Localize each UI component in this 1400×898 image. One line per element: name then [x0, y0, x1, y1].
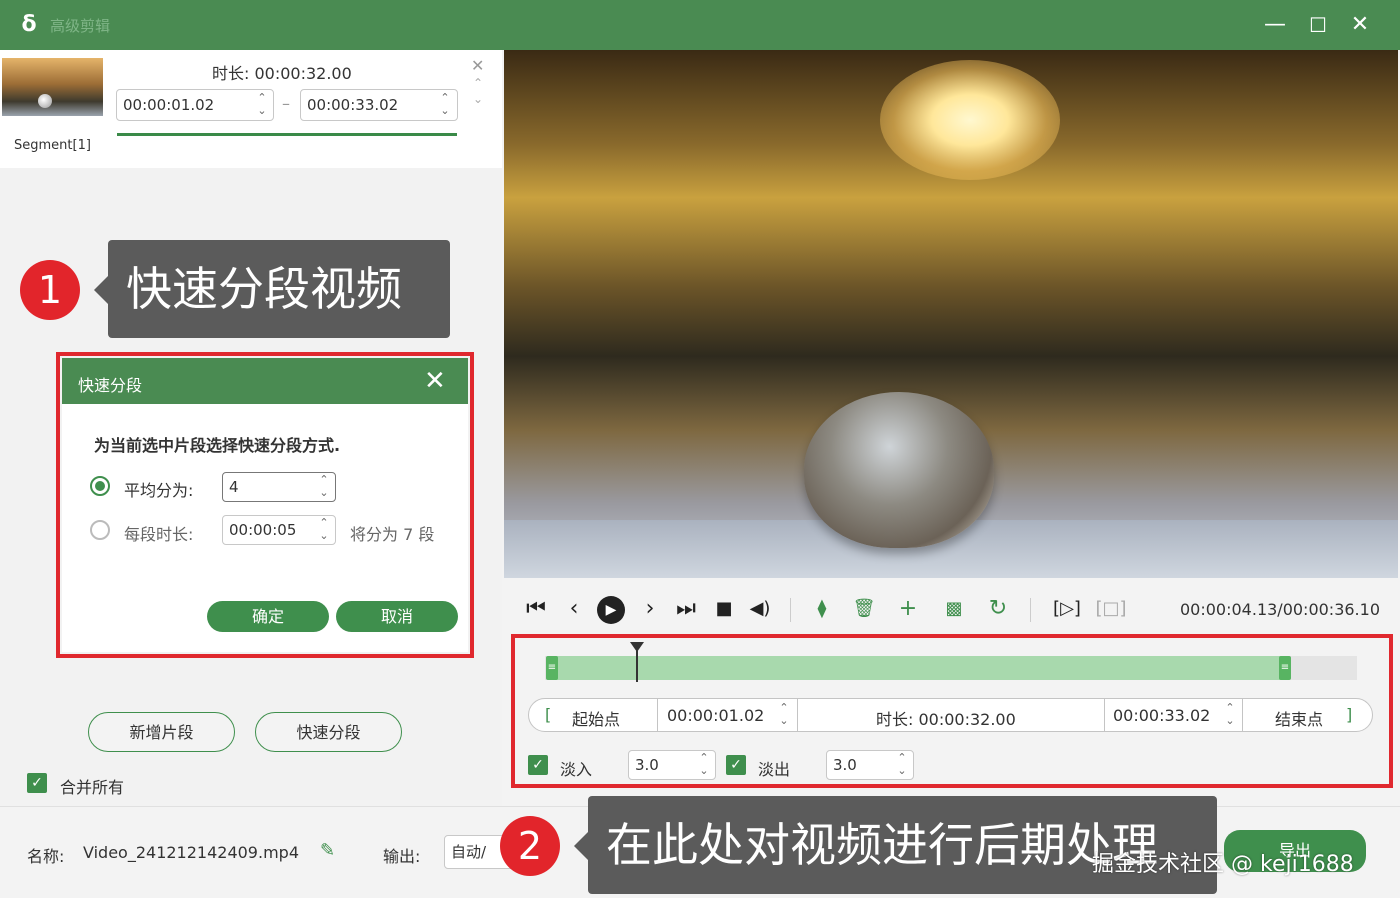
output-value: 自动/: [451, 843, 487, 861]
split-icon[interactable]: ⧫: [808, 594, 836, 624]
play-icon[interactable]: ▶: [597, 596, 625, 624]
fade-out-value: 3.0: [833, 756, 857, 774]
fade-out-checkbox[interactable]: ✓: [726, 755, 746, 775]
step-forward-icon[interactable]: ›: [636, 594, 664, 624]
timeline-duration: 时长: 00:00:32.00: [876, 710, 1016, 729]
fade-out-label: 淡出: [758, 760, 791, 779]
copy-icon[interactable]: ▩: [940, 594, 968, 624]
output-file-name: Video_241212142409.mp4: [83, 843, 299, 862]
callout-number-1: 1: [20, 260, 80, 320]
fade-in-stepper[interactable]: ⌃ ⌄: [696, 751, 712, 779]
callout-pointer-1: [94, 276, 108, 304]
duration-split-hint: 将分为 7 段: [350, 525, 435, 544]
callout-label-2: 在此处对视频进行后期处理: [588, 796, 1217, 894]
close-button[interactable]: ✕: [1345, 10, 1375, 40]
segment-start-input[interactable]: 00:00:01.02: [116, 89, 274, 121]
playhead-marker-icon: [630, 642, 644, 652]
segment-label: Segment[1]: [14, 138, 91, 153]
timeline-end-stepper[interactable]: ⌃ ⌄: [1222, 701, 1238, 729]
rotate-icon[interactable]: ↻: [984, 594, 1012, 624]
volume-icon[interactable]: ◀): [746, 594, 774, 624]
fade-in-label: 淡入: [560, 760, 593, 779]
bracket-play-icon[interactable]: [▷]: [1050, 594, 1084, 624]
timeline-selection[interactable]: [552, 656, 1284, 680]
dialog-description: 为当前选中片段选择快速分段方式.: [94, 436, 341, 455]
skip-start-icon[interactable]: ⏮: [522, 594, 550, 624]
window-title: 高级剪辑: [50, 17, 111, 35]
timeline-start-handle[interactable]: ≡: [546, 656, 558, 680]
segment-start-stepper[interactable]: ⌃ ⌄: [254, 91, 270, 119]
radio-average-split[interactable]: [90, 476, 110, 496]
callout-number-2: 2: [500, 816, 560, 876]
dialog-title: 快速分段: [78, 376, 143, 395]
player-timecode: 00:00:04.13/00:00:36.10: [1180, 600, 1380, 619]
range-divider: [657, 699, 658, 731]
preview-sun-glow: [880, 60, 1060, 180]
controls-divider-2: [1030, 598, 1031, 622]
segment-start-value: 00:00:01.02: [123, 96, 215, 114]
set-end-button[interactable]: 结束点: [1275, 706, 1323, 730]
timeline-end-handle[interactable]: ≡: [1279, 656, 1291, 680]
range-dash: –: [282, 94, 290, 113]
timeline-end-value[interactable]: 00:00:33.02: [1113, 706, 1210, 725]
preview-frozen-bubble: [804, 392, 994, 548]
range-divider: [1242, 699, 1243, 731]
delete-icon[interactable]: 🗑: [850, 594, 878, 624]
name-label: 名称:: [27, 847, 65, 866]
timeline-start-value[interactable]: 00:00:01.02: [667, 706, 764, 725]
segment-end-stepper[interactable]: ⌃ ⌄: [437, 91, 453, 119]
dialog-close-icon[interactable]: ✕: [424, 366, 446, 396]
add-icon[interactable]: +: [894, 594, 922, 624]
segment-end-input[interactable]: 00:00:33.02: [300, 89, 458, 121]
segment-thumbnail[interactable]: [2, 58, 103, 116]
duration-split-label: 每段时长:: [124, 525, 194, 544]
step-back-icon[interactable]: ‹: [560, 594, 588, 624]
radio-duration-split[interactable]: [90, 520, 110, 540]
segment-close-icon[interactable]: ✕: [471, 56, 484, 75]
controls-divider: [790, 598, 791, 622]
maximize-button[interactable]: ☐: [1303, 10, 1333, 40]
segment-move-up-icon[interactable]: ⌃: [473, 76, 483, 90]
segment-move-down-icon[interactable]: ⌄: [473, 92, 483, 106]
merge-all-checkbox[interactable]: ✓: [27, 773, 47, 793]
callout-pointer-2: [574, 832, 588, 860]
timeline-start-stepper[interactable]: ⌃ ⌄: [776, 701, 792, 729]
start-bracket: [: [545, 705, 552, 724]
crop-icon[interactable]: [□]: [1094, 594, 1128, 624]
set-start-button[interactable]: 起始点: [572, 706, 620, 730]
add-segment-button[interactable]: 新增片段: [88, 712, 235, 752]
duration-split-stepper[interactable]: ⌃ ⌄: [316, 516, 332, 544]
quick-split-button[interactable]: 快速分段: [255, 712, 402, 752]
average-split-stepper[interactable]: ⌃ ⌄: [316, 473, 332, 501]
stop-icon[interactable]: ■: [710, 594, 738, 624]
cancel-button[interactable]: 取消: [336, 601, 458, 632]
title-bar: [0, 0, 1400, 50]
callout-label-1: 快速分段视频: [108, 240, 450, 338]
range-divider: [1104, 699, 1105, 731]
confirm-button[interactable]: 确定: [207, 601, 329, 632]
watermark-text: 掘金技术社区 @ keji1688: [1092, 852, 1354, 877]
minimize-button[interactable]: —: [1260, 10, 1290, 40]
fade-in-checkbox[interactable]: ✓: [528, 755, 548, 775]
skip-end-icon[interactable]: ⏭: [672, 594, 700, 624]
duration-split-value: 00:00:05: [229, 521, 297, 539]
output-label: 输出:: [383, 847, 421, 866]
segment-duration: 时长: 00:00:32.00: [212, 64, 352, 83]
segment-progress-bar: [117, 133, 457, 136]
app-logo-icon: ẟ: [21, 12, 37, 37]
fade-out-stepper[interactable]: ⌃ ⌄: [894, 751, 910, 779]
average-split-value: 4: [229, 478, 239, 496]
segment-end-value: 00:00:33.02: [307, 96, 399, 114]
edit-name-icon[interactable]: ✎: [320, 840, 335, 861]
end-bracket: ]: [1346, 705, 1353, 724]
average-split-label: 平均分为:: [124, 481, 194, 500]
range-divider: [797, 699, 798, 731]
merge-all-label: 合并所有: [60, 778, 125, 797]
thumbnail-bubble: [38, 94, 52, 108]
fade-in-value: 3.0: [635, 756, 659, 774]
